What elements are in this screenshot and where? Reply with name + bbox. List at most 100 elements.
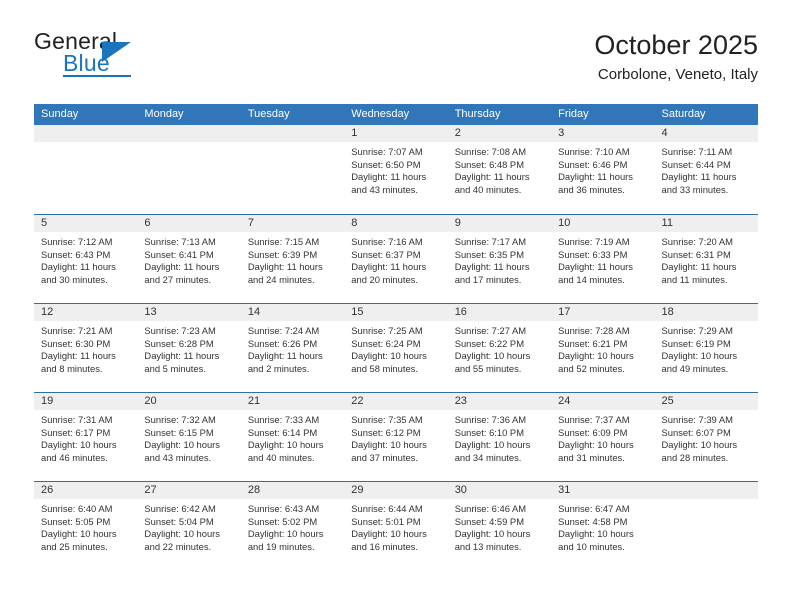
day-info: Sunrise: 7:37 AM Sunset: 6:09 PM Daylight:…	[551, 410, 654, 464]
week-row: 12 Sunrise: 7:21 AM Sunset: 6:30 PM Dayligh…	[34, 303, 758, 392]
daylight-text: Daylight: 10 hours and 28 minutes.	[661, 439, 738, 463]
day-info: Sunrise: 7:20 AM Sunset: 6:31 PM Daylight:…	[655, 232, 758, 286]
title-block: October 2025 Corbolone, Veneto, Italy	[594, 28, 758, 86]
day-cell[interactable]: 1 Sunrise: 7:07 AM Sunset: 6:50 PM Daylight…	[344, 125, 448, 214]
day-info: Sunrise: 7:15 AM Sunset: 6:39 PM Daylight:…	[241, 232, 344, 286]
day-cell[interactable]: 15 Sunrise: 7:25 AM Sunset: 6:24 PM Dayligh…	[344, 304, 448, 392]
week-row: 1 Sunrise: 7:07 AM Sunset: 6:50 PM Daylight…	[34, 125, 758, 214]
sunrise-text: Sunrise: 7:17 AM	[454, 236, 527, 247]
sunrise-text: Sunrise: 7:10 AM	[558, 146, 630, 157]
day-cell[interactable]: 30 Sunrise: 6:46 AM Sunset: 4:59 PM Dayligh…	[447, 482, 552, 570]
sunrise-text: Sunrise: 7:32 AM	[144, 414, 216, 425]
day-info: Sunrise: 6:40 AM Sunset: 5:05 PM Daylight:…	[34, 499, 137, 553]
day-cell[interactable]: 25 Sunrise: 7:39 AM Sunset: 6:07 PM Dayligh…	[654, 393, 758, 481]
day-number: 11	[654, 215, 758, 232]
sunrise-text: Sunrise: 6:40 AM	[41, 503, 113, 514]
daylight-text: Daylight: 11 hours and 33 minutes.	[661, 171, 737, 195]
day-cell[interactable]: 26 Sunrise: 6:40 AM Sunset: 5:05 PM Dayligh…	[34, 482, 138, 570]
day-number: 18	[654, 304, 758, 321]
day-number	[34, 125, 138, 142]
day-cell[interactable]: 13 Sunrise: 7:23 AM Sunset: 6:28 PM Dayligh…	[137, 304, 241, 392]
day-cell[interactable]: 20 Sunrise: 7:32 AM Sunset: 6:15 PM Dayligh…	[137, 393, 241, 481]
day-cell[interactable]: 27 Sunrise: 6:42 AM Sunset: 5:04 PM Dayligh…	[137, 482, 241, 570]
sunset-text: Sunset: 6:41 PM	[144, 248, 214, 260]
sunrise-text: Sunrise: 7:37 AM	[558, 414, 630, 425]
day-cell[interactable]: 4 Sunrise: 7:11 AM Sunset: 6:44 PM Daylight…	[654, 125, 758, 214]
day-info: Sunrise: 6:44 AM Sunset: 5:01 PM Daylight:…	[344, 499, 447, 553]
brand-logo[interactable]: General Blue	[34, 28, 294, 90]
day-cell[interactable]: 11 Sunrise: 7:20 AM Sunset: 6:31 PM Dayligh…	[654, 215, 758, 303]
day-cell[interactable]: 28 Sunrise: 6:43 AM Sunset: 5:02 PM Dayligh…	[240, 482, 345, 570]
day-cell[interactable]: 29 Sunrise: 6:44 AM Sunset: 5:01 PM Dayligh…	[344, 482, 448, 570]
day-cell[interactable]: 14 Sunrise: 7:24 AM Sunset: 6:26 PM Dayligh…	[240, 304, 345, 392]
day-info: Sunrise: 7:19 AM Sunset: 6:33 PM Daylight:…	[551, 232, 654, 286]
day-info: Sunrise: 7:35 AM Sunset: 6:12 PM Daylight:…	[344, 410, 447, 464]
day-info: Sunrise: 7:31 AM Sunset: 6:17 PM Daylight:…	[34, 410, 137, 464]
daylight-text: Daylight: 11 hours and 2 minutes.	[247, 350, 323, 374]
sunset-text: Sunset: 6:37 PM	[351, 248, 421, 260]
sunrise-text: Sunrise: 7:16 AM	[351, 236, 423, 247]
sunrise-text: Sunrise: 7:24 AM	[247, 325, 320, 336]
day-cell[interactable]: 10 Sunrise: 7:19 AM Sunset: 6:33 PM Dayligh…	[551, 215, 655, 303]
sunrise-text: Sunrise: 7:27 AM	[454, 325, 527, 336]
day-info: Sunrise: 6:46 AM Sunset: 4:59 PM Daylight:…	[448, 499, 551, 553]
sunrise-text: Sunrise: 7:21 AM	[41, 325, 113, 336]
day-cell[interactable]: 7 Sunrise: 7:15 AM Sunset: 6:39 PM Daylight…	[240, 215, 345, 303]
day-number: 1	[344, 125, 448, 142]
sunrise-text: Sunrise: 7:11 AM	[661, 146, 733, 157]
day-cell[interactable]: 24 Sunrise: 7:37 AM Sunset: 6:09 PM Dayligh…	[551, 393, 655, 481]
day-info: Sunrise: 7:27 AM Sunset: 6:22 PM Daylight:…	[448, 321, 551, 375]
daylight-text: Daylight: 10 hours and 43 minutes.	[144, 439, 220, 463]
sunrise-text: Sunrise: 6:43 AM	[247, 503, 320, 514]
day-number: 28	[240, 482, 345, 499]
daylight-text: Daylight: 10 hours and 40 minutes.	[247, 439, 324, 463]
week-row: 5 Sunrise: 7:12 AM Sunset: 6:43 PM Daylight…	[34, 214, 758, 303]
day-cell[interactable]: 9 Sunrise: 7:17 AM Sunset: 6:35 PM Daylight…	[447, 215, 552, 303]
day-number: 23	[447, 393, 552, 410]
day-cell[interactable]: 19 Sunrise: 7:31 AM Sunset: 6:17 PM Dayligh…	[34, 393, 138, 481]
daylight-text: Daylight: 11 hours and 27 minutes.	[144, 261, 220, 285]
sunrise-text: Sunrise: 7:12 AM	[41, 236, 113, 247]
day-number: 10	[551, 215, 655, 232]
brand-name-blue: Blue	[63, 50, 110, 76]
sunrise-text: Sunrise: 7:28 AM	[558, 325, 630, 336]
sunrise-text: Sunrise: 7:39 AM	[661, 414, 733, 425]
sunset-text: Sunset: 6:44 PM	[661, 158, 731, 170]
day-cell[interactable]: 3 Sunrise: 7:10 AM Sunset: 6:46 PM Daylight…	[551, 125, 655, 214]
daylight-text: Daylight: 10 hours and 49 minutes.	[661, 350, 738, 374]
weekday-header-sunday: Sunday	[41, 108, 79, 120]
day-number: 9	[447, 215, 552, 232]
day-cell[interactable]: 8 Sunrise: 7:16 AM Sunset: 6:37 PM Daylight…	[344, 215, 448, 303]
sunrise-text: Sunrise: 6:44 AM	[351, 503, 423, 514]
day-info: Sunrise: 7:36 AM Sunset: 6:10 PM Daylight:…	[448, 410, 551, 464]
day-cell[interactable]: 6 Sunrise: 7:13 AM Sunset: 6:41 PM Daylight…	[137, 215, 241, 303]
sunset-text: Sunset: 5:04 PM	[144, 515, 214, 527]
day-cell[interactable]: 21 Sunrise: 7:33 AM Sunset: 6:14 PM Dayligh…	[240, 393, 345, 481]
daylight-text: Daylight: 10 hours and 52 minutes.	[558, 350, 634, 374]
sunset-text: Sunset: 6:19 PM	[661, 337, 731, 349]
day-cell[interactable]: 23 Sunrise: 7:36 AM Sunset: 6:10 PM Dayligh…	[447, 393, 552, 481]
week-row: 26 Sunrise: 6:40 AM Sunset: 5:05 PM Dayligh…	[34, 481, 758, 570]
week-row: 19 Sunrise: 7:31 AM Sunset: 6:17 PM Dayligh…	[34, 392, 758, 481]
day-cell[interactable]: 22 Sunrise: 7:35 AM Sunset: 6:12 PM Dayligh…	[344, 393, 448, 481]
daylight-text: Daylight: 10 hours and 46 minutes.	[41, 439, 117, 463]
day-cell[interactable]: 2 Sunrise: 7:08 AM Sunset: 6:48 PM Daylight…	[447, 125, 552, 214]
page-header: General Blue October 2025 Corbolone, Ven…	[34, 28, 758, 96]
day-number: 4	[654, 125, 758, 142]
day-number: 19	[34, 393, 138, 410]
day-cell[interactable]: 17 Sunrise: 7:28 AM Sunset: 6:21 PM Dayligh…	[551, 304, 655, 392]
sunset-text: Sunset: 6:35 PM	[454, 248, 524, 260]
day-number: 5	[34, 215, 138, 232]
day-info: Sunrise: 7:32 AM Sunset: 6:15 PM Daylight:…	[137, 410, 240, 464]
day-cell[interactable]: 16 Sunrise: 7:27 AM Sunset: 6:22 PM Dayligh…	[447, 304, 552, 392]
sunset-text: Sunset: 5:02 PM	[247, 515, 318, 527]
sunset-text: Sunset: 6:10 PM	[454, 426, 524, 438]
day-number: 31	[551, 482, 655, 499]
day-cell[interactable]: 5 Sunrise: 7:12 AM Sunset: 6:43 PM Daylight…	[34, 215, 138, 303]
daylight-text: Daylight: 11 hours and 24 minutes.	[247, 261, 323, 285]
sunrise-text: Sunrise: 7:07 AM	[351, 146, 423, 157]
day-cell[interactable]: 18 Sunrise: 7:29 AM Sunset: 6:19 PM Dayligh…	[654, 304, 758, 392]
day-cell[interactable]: 31 Sunrise: 6:47 AM Sunset: 4:58 PM Dayligh…	[551, 482, 655, 570]
day-cell[interactable]: 12 Sunrise: 7:21 AM Sunset: 6:30 PM Dayligh…	[34, 304, 138, 392]
daylight-text: Daylight: 11 hours and 36 minutes.	[558, 171, 633, 195]
